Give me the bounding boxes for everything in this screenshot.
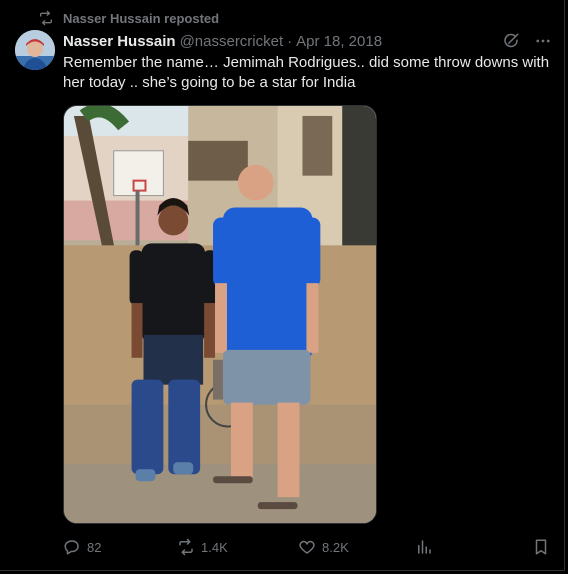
repost-count: 1.4K xyxy=(201,539,228,555)
reply-count: 82 xyxy=(87,539,102,555)
like-count: 8.2K xyxy=(322,539,349,555)
tweet-photo[interactable] xyxy=(63,105,377,524)
reply-icon xyxy=(64,540,79,555)
separator-dot: · xyxy=(287,32,293,50)
action-bar: 82 1.4K 8.2K xyxy=(63,537,563,557)
like-button[interactable]: 8.2K xyxy=(298,537,349,557)
avatar[interactable] xyxy=(15,30,55,70)
repost-icon xyxy=(179,538,193,556)
repost-label: Nasser Hussain reposted xyxy=(63,10,220,26)
tweet-header: Nasser Hussain @nassercricket · Apr 18, … xyxy=(63,31,552,51)
tweet-text: Remember the name… Jemimah Rodrigues.. d… xyxy=(63,54,550,91)
author-name[interactable]: Nasser Hussain xyxy=(63,33,176,50)
author-handle[interactable]: @nassercricket xyxy=(180,33,284,50)
heart-icon xyxy=(299,540,315,554)
bookmark-button[interactable] xyxy=(532,537,550,557)
photo-image xyxy=(64,106,376,523)
bookmark-icon xyxy=(535,539,547,555)
tweet-date[interactable]: Apr 18, 2018 xyxy=(296,33,382,50)
more-options-icon[interactable] xyxy=(534,32,552,50)
repost-button[interactable]: 1.4K xyxy=(177,537,228,557)
reply-button[interactable]: 82 xyxy=(63,537,101,557)
grok-icon[interactable] xyxy=(502,32,520,50)
repost-indicator[interactable]: Nasser Hussain reposted xyxy=(38,9,219,27)
repost-icon xyxy=(40,10,52,26)
views-button[interactable] xyxy=(415,537,433,557)
tweet-card[interactable]: Nasser Hussain reposted Nasser Hussain @… xyxy=(0,0,565,571)
analytics-icon xyxy=(418,540,431,554)
